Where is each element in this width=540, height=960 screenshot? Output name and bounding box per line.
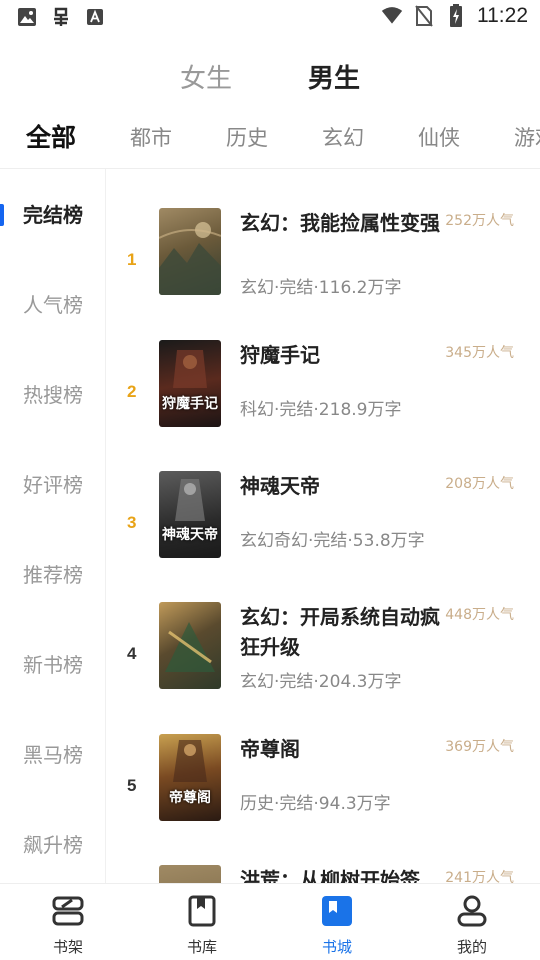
book-popularity: 448万人气: [445, 607, 514, 623]
gallery-icon: [16, 6, 38, 28]
book-title[interactable]: 洪荒：从柳树开始签: [240, 865, 440, 883]
battery-charging-icon: [445, 4, 467, 27]
category-tab-game[interactable]: 游戏: [514, 122, 540, 152]
bookshelf-icon: [51, 894, 85, 928]
sidebar-item-popular[interactable]: 人气榜: [0, 285, 105, 325]
book-popularity: 208万人气: [445, 476, 514, 492]
sidebar-item-dark-horse[interactable]: 黑马榜: [0, 735, 105, 775]
book-meta: 历史·完结·94.3万字: [240, 794, 391, 814]
sidebar-item-rising[interactable]: 飙升榜: [0, 825, 105, 865]
book-title[interactable]: 玄幻：我能捡属性变强: [240, 208, 440, 238]
book-popularity: 252万人气: [445, 213, 514, 229]
book-meta: 科幻·完结·218.9万字: [240, 400, 402, 420]
book-meta: 玄幻·完结·116.2万字: [240, 278, 402, 298]
book-rank: 4: [127, 644, 137, 663]
book-rank: 2: [127, 382, 137, 401]
status-time: 11:22: [477, 4, 528, 27]
book-cover[interactable]: [159, 602, 221, 689]
book-popularity: 345万人气: [445, 345, 514, 361]
category-tab-fantasy[interactable]: 玄幻: [322, 122, 364, 152]
nav-bookstore[interactable]: 书城: [297, 894, 377, 956]
book-popularity: 369万人气: [445, 739, 514, 755]
book-meta: 玄幻奇幻·完结·53.8万字: [240, 531, 425, 551]
book-cover[interactable]: 神魂天帝: [159, 471, 221, 558]
book-row[interactable]: 5 帝尊阁 帝尊阁 历史·完结·94.3万字 369万人气: [107, 734, 540, 844]
book-cover[interactable]: [159, 865, 221, 883]
sidebar-item-top-rated[interactable]: 好评榜: [0, 465, 105, 505]
cover-title: 狩魔手记: [162, 396, 218, 412]
book-rank: 3: [127, 513, 137, 532]
category-tabs: 全部 都市 历史 玄幻 仙侠 游戏: [0, 118, 540, 158]
book-row[interactable]: 3 神魂天帝 神魂天帝 玄幻奇幻·完结·53.8万字 208万人气: [107, 471, 540, 581]
profile-icon: [455, 894, 489, 928]
book-title[interactable]: 神魂天帝: [240, 471, 440, 501]
sidebar-item-completed[interactable]: 完结榜: [0, 195, 105, 235]
sidebar-item-new-books[interactable]: 新书榜: [0, 645, 105, 685]
cover-title: 神魂天帝: [162, 527, 218, 543]
bug-icon: [50, 6, 72, 28]
no-sim-icon: [413, 5, 435, 27]
nav-label: 书架: [52, 938, 83, 956]
book-row[interactable]: 2 狩魔手记 狩魔手记 科幻·完结·218.9万字 345万人气: [107, 340, 540, 450]
book-cover[interactable]: [159, 208, 221, 295]
book-title[interactable]: 帝尊阁: [240, 734, 440, 764]
nav-label: 书城: [321, 938, 352, 956]
sidebar-item-hot-search[interactable]: 热搜榜: [0, 375, 105, 415]
nav-label: 我的: [456, 938, 487, 956]
book-title[interactable]: 狩魔手记: [240, 340, 440, 370]
book-row[interactable]: 1 玄幻：我能捡属性变强 玄幻·完结·116.2万字 252万人气: [107, 208, 540, 318]
status-bar-right: 11:22: [381, 4, 528, 28]
book-row[interactable]: 洪荒：从柳树开始签 241万人气: [107, 865, 540, 883]
cover-title: 帝尊阁: [169, 790, 211, 806]
category-tab-history[interactable]: 历史: [226, 122, 268, 152]
tab-female[interactable]: 女生: [180, 58, 232, 95]
book-cover[interactable]: 狩魔手记: [159, 340, 221, 427]
keyboard-icon: [84, 6, 106, 28]
sidebar-item-recommended[interactable]: 推荐榜: [0, 555, 105, 595]
book-popularity: 241万人气: [445, 870, 514, 883]
status-bar-left: [16, 6, 106, 28]
category-tab-xianxia[interactable]: 仙侠: [418, 122, 460, 152]
nav-library[interactable]: 书库: [162, 894, 242, 956]
category-tab-urban[interactable]: 都市: [130, 122, 172, 152]
nav-bookshelf[interactable]: 书架: [28, 894, 108, 956]
bookstore-icon: [320, 894, 354, 928]
nav-profile[interactable]: 我的: [432, 894, 512, 956]
book-rank: 5: [127, 776, 137, 795]
book-cover[interactable]: 帝尊阁: [159, 734, 221, 821]
book-row[interactable]: 4 玄幻：开局系统自动疯狂升级 玄幻·完结·204.3万字 448万人气: [107, 602, 540, 712]
book-meta: 玄幻·完结·204.3万字: [240, 672, 402, 692]
book-title[interactable]: 玄幻：开局系统自动疯狂升级: [240, 602, 440, 662]
wifi-icon: [381, 5, 403, 27]
gender-tabs: 女生 男生: [0, 58, 540, 98]
ranking-sidebar: 完结榜 人气榜 热搜榜 好评榜 推荐榜 新书榜 黑马榜 飙升榜: [0, 169, 106, 883]
tab-male[interactable]: 男生: [308, 58, 360, 95]
category-tab-all[interactable]: 全部: [26, 118, 76, 154]
status-bar: 11:22: [0, 0, 540, 38]
book-rank: 1: [127, 250, 137, 269]
library-icon: [185, 894, 219, 928]
bottom-nav: 书架 书库 书城 我的: [0, 883, 540, 960]
book-list: 1 玄幻：我能捡属性变强 玄幻·完结·116.2万字 252万人气 2 狩魔手记…: [107, 169, 540, 883]
nav-label: 书库: [186, 938, 217, 956]
